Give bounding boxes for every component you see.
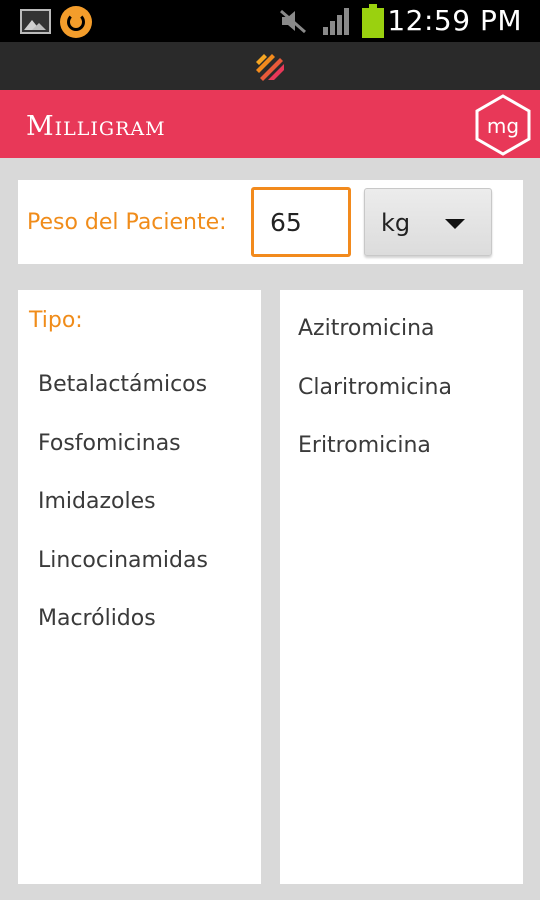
drug-item-claritromicina[interactable]: Claritromicina	[298, 375, 452, 434]
unit-dropdown[interactable]: kg	[364, 188, 492, 256]
drug-item-eritromicina[interactable]: Eritromicina	[298, 433, 452, 492]
type-list: Betalactámicos Fosfomicinas Imidazoles L…	[38, 372, 208, 665]
app-notification-icon	[256, 54, 284, 81]
type-item-betalactamicos[interactable]: Betalactámicos	[38, 372, 208, 431]
signal-icon	[323, 8, 349, 35]
status-bar: 12:59 PM	[0, 0, 540, 42]
battery-icon	[362, 4, 384, 38]
mute-icon	[280, 9, 306, 34]
mg-logo-text: mg	[487, 114, 519, 138]
drug-list: Azitromicina Claritromicina Eritromicina	[298, 316, 452, 492]
app-title: Milligram	[26, 111, 166, 142]
chevron-down-icon	[445, 219, 465, 229]
drug-panel: Azitromicina Claritromicina Eritromicina	[280, 290, 523, 884]
type-item-macrolidos[interactable]: Macrólidos	[38, 606, 208, 665]
drug-item-azitromicina[interactable]: Azitromicina	[298, 316, 452, 375]
mg-logo-icon[interactable]: mg	[472, 94, 534, 156]
type-item-fosfomicinas[interactable]: Fosfomicinas	[38, 431, 208, 490]
weight-input[interactable]	[251, 187, 351, 257]
type-item-imidazoles[interactable]: Imidazoles	[38, 489, 208, 548]
type-item-lincocinamidas[interactable]: Lincocinamidas	[38, 548, 208, 607]
status-time: 12:59 PM	[387, 4, 522, 37]
type-panel: Tipo: Betalactámicos Fosfomicinas Imidaz…	[18, 290, 261, 884]
sync-icon	[60, 6, 92, 38]
unit-value: kg	[381, 209, 411, 237]
patient-weight-card: Peso del Paciente: kg	[18, 180, 523, 264]
weight-label: Peso del Paciente:	[27, 210, 227, 235]
image-icon	[20, 9, 51, 34]
type-label: Tipo:	[29, 308, 83, 333]
app-bar: Milligram	[0, 90, 540, 158]
